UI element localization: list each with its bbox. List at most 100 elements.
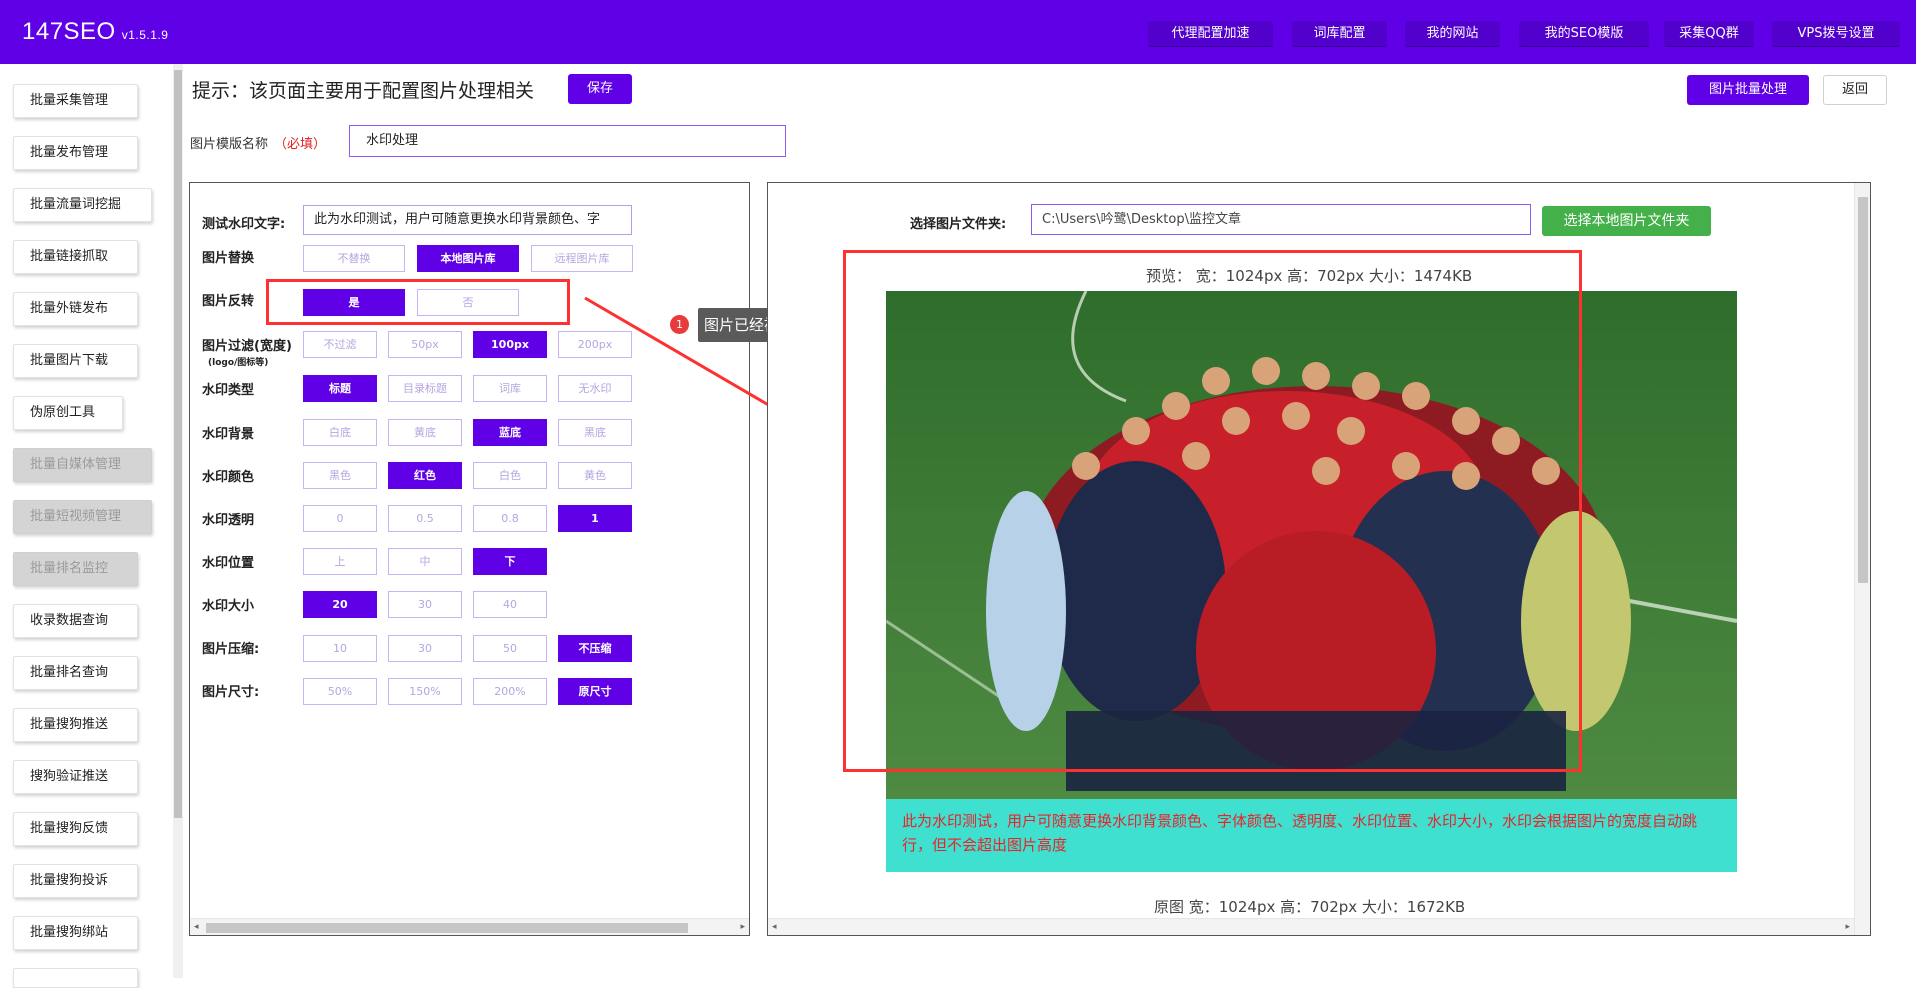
sidebar-item-sogou-feedback[interactable]: 批量搜狗反馈 xyxy=(13,812,138,846)
sidebar-item-sogou-verify[interactable]: 搜狗验证推送 xyxy=(13,760,138,794)
sidebar-item-batch-publish[interactable]: 批量发布管理 xyxy=(13,136,138,170)
option-color-yellow[interactable]: 黄色 xyxy=(558,462,632,489)
option-position-middle[interactable]: 中 xyxy=(388,548,462,575)
option-scale-50[interactable]: 50% xyxy=(303,678,377,705)
sidebar-item-sogou-complaint[interactable]: 批量搜狗投诉 xyxy=(13,864,138,898)
nav-vps-dial[interactable]: VPS拨号设置 xyxy=(1772,21,1900,47)
sidebar-item-index-query[interactable]: 收录数据查询 xyxy=(13,604,138,638)
preview-scroll-left-icon[interactable]: ◂ xyxy=(772,922,777,932)
compression-label: 图片压缩: xyxy=(202,642,260,657)
sidebar-item-link-crawl[interactable]: 批量链接抓取 xyxy=(13,240,138,274)
required-mark: （必填） xyxy=(274,137,327,152)
option-position-bottom[interactable]: 下 xyxy=(473,548,547,575)
option-size-20[interactable]: 20 xyxy=(303,591,377,618)
scroll-left-icon[interactable]: ◂ xyxy=(194,922,199,932)
sidebar-item-video-manage[interactable]: 批量短视频管理 xyxy=(13,500,152,534)
sidebar-item-batch-collect[interactable]: 批量采集管理 xyxy=(13,84,138,118)
watermark-bg-label: 水印背景 xyxy=(202,427,255,442)
option-compress-none[interactable]: 不压缩 xyxy=(558,635,632,662)
nav-proxy-config[interactable]: 代理配置加速 xyxy=(1148,21,1273,47)
option-opacity-1[interactable]: 1 xyxy=(558,505,632,532)
sidebar-item-backlink-publish[interactable]: 批量外链发布 xyxy=(13,292,138,326)
preview-vscrollbar[interactable] xyxy=(1854,183,1870,935)
sidebar-item-traffic-words[interactable]: 批量流量词挖掘 xyxy=(13,188,152,222)
sidebar-item-pseudo-original[interactable]: 伪原创工具 xyxy=(13,396,123,430)
option-compress-50[interactable]: 50 xyxy=(473,635,547,662)
watermark-color-label: 水印颜色 xyxy=(202,470,255,485)
nav-seo-template[interactable]: 我的SEO模版 xyxy=(1519,21,1649,47)
replace-label: 图片替换 xyxy=(202,251,255,266)
option-type-lexicon[interactable]: 词库 xyxy=(473,375,547,402)
option-type-dir-title[interactable]: 目录标题 xyxy=(388,375,462,402)
option-scale-200[interactable]: 200% xyxy=(473,678,547,705)
option-bg-white[interactable]: 白底 xyxy=(303,419,377,446)
watermark-preview-band: 此为水印测试，用户可随意更换水印背景颜色、字体颜色、透明度、水印位置、水印大小，… xyxy=(886,799,1737,872)
nav-lexicon-config[interactable]: 词库配置 xyxy=(1292,21,1387,47)
option-opacity-05[interactable]: 0.5 xyxy=(388,505,462,532)
option-size-40[interactable]: 40 xyxy=(473,591,547,618)
option-compress-30[interactable]: 30 xyxy=(388,635,462,662)
filter-sub-label: (logo/图标等) xyxy=(208,358,269,368)
watermark-position-label: 水印位置 xyxy=(202,556,255,571)
option-color-red[interactable]: 红色 xyxy=(388,462,462,489)
sidebar-item-rank-query[interactable]: 批量排名查询 xyxy=(13,656,138,690)
sidebar: 批量采集管理 批量发布管理 批量流量词挖掘 批量链接抓取 批量外链发布 批量图片… xyxy=(0,64,170,988)
top-header: 147SEO v1.5.1.9 代理配置加速 词库配置 我的网站 我的SEO模版 … xyxy=(0,0,1916,64)
choose-folder-button[interactable]: 选择本地图片文件夹 xyxy=(1542,206,1711,236)
sidebar-item-image-download[interactable]: 批量图片下载 xyxy=(13,344,138,378)
app-name: 147SEO xyxy=(22,18,116,45)
sidebar-item-media-manage[interactable]: 批量自媒体管理 xyxy=(13,448,152,482)
nav-qq-group[interactable]: 采集QQ群 xyxy=(1664,21,1754,47)
page-hint: 提示：该页面主要用于配置图片处理相关 xyxy=(192,80,535,102)
option-color-black[interactable]: 黑色 xyxy=(303,462,377,489)
folder-path-input[interactable]: C:\Users\吟鹭\Desktop\监控文章 xyxy=(1031,204,1531,235)
option-bg-yellow[interactable]: 黄底 xyxy=(388,419,462,446)
watermark-size-label: 水印大小 xyxy=(202,599,255,614)
option-size-30[interactable]: 30 xyxy=(388,591,462,618)
settings-hscrollbar-thumb[interactable] xyxy=(206,923,688,933)
preview-hscrollbar[interactable]: ◂ ▸ xyxy=(768,918,1854,935)
batch-image-process-button[interactable]: 图片批量处理 xyxy=(1687,75,1809,105)
flip-highlight-box xyxy=(266,279,570,325)
option-type-title[interactable]: 标题 xyxy=(303,375,377,402)
scroll-right-icon[interactable]: ▸ xyxy=(740,922,745,932)
option-opacity-0[interactable]: 0 xyxy=(303,505,377,532)
sidebar-item-more[interactable] xyxy=(13,968,138,988)
option-filter-none[interactable]: 不过滤 xyxy=(303,331,377,358)
option-no-replace[interactable]: 不替换 xyxy=(303,245,405,272)
app-logo: 147SEO v1.5.1.9 xyxy=(22,18,168,46)
option-scale-original[interactable]: 原尺寸 xyxy=(558,678,632,705)
option-color-white[interactable]: 白色 xyxy=(473,462,547,489)
preview-scroll-right-icon[interactable]: ▸ xyxy=(1845,922,1850,932)
preview-panel: 选择图片文件夹: C:\Users\吟鹭\Desktop\监控文章 选择本地图片… xyxy=(767,182,1871,936)
app-version: v1.5.1.9 xyxy=(121,28,169,42)
option-filter-100[interactable]: 100px xyxy=(473,331,547,358)
option-position-top[interactable]: 上 xyxy=(303,548,377,575)
image-size-label: 图片尺寸: xyxy=(202,685,260,700)
template-name-input[interactable]: 水印处理 xyxy=(349,125,786,157)
back-button[interactable]: 返回 xyxy=(1823,75,1887,105)
option-compress-10[interactable]: 10 xyxy=(303,635,377,662)
option-bg-blue[interactable]: 蓝底 xyxy=(473,419,547,446)
option-remote-library[interactable]: 远程图片库 xyxy=(531,245,633,272)
template-name-label-text: 图片模版名称 xyxy=(190,137,269,152)
watermark-opacity-label: 水印透明 xyxy=(202,513,255,528)
template-name-label: 图片模版名称 （必填） xyxy=(190,133,326,152)
sidebar-item-rank-monitor[interactable]: 批量排名监控 xyxy=(13,552,138,586)
watermark-text-input[interactable]: 此为水印测试，用户可随意更换水印背景颜色、字 xyxy=(303,205,632,235)
sidebar-scrollbar[interactable] xyxy=(173,64,183,978)
option-filter-50[interactable]: 50px xyxy=(388,331,462,358)
save-button[interactable]: 保存 xyxy=(568,74,632,104)
sidebar-item-sogou-push[interactable]: 批量搜狗推送 xyxy=(13,708,138,742)
watermark-text-label: 测试水印文字: xyxy=(202,217,286,232)
option-local-library[interactable]: 本地图片库 xyxy=(417,245,519,272)
settings-hscrollbar[interactable]: ◂ ▸ xyxy=(190,918,749,935)
flip-label: 图片反转 xyxy=(202,294,255,309)
option-opacity-08[interactable]: 0.8 xyxy=(473,505,547,532)
filter-label: 图片过滤(宽度) xyxy=(202,339,292,354)
preview-vscrollbar-thumb[interactable] xyxy=(1858,197,1868,583)
sidebar-scrollbar-thumb[interactable] xyxy=(174,70,182,818)
nav-my-site[interactable]: 我的网站 xyxy=(1405,21,1500,47)
sidebar-item-sogou-bind[interactable]: 批量搜狗绑站 xyxy=(13,916,138,950)
option-scale-150[interactable]: 150% xyxy=(388,678,462,705)
